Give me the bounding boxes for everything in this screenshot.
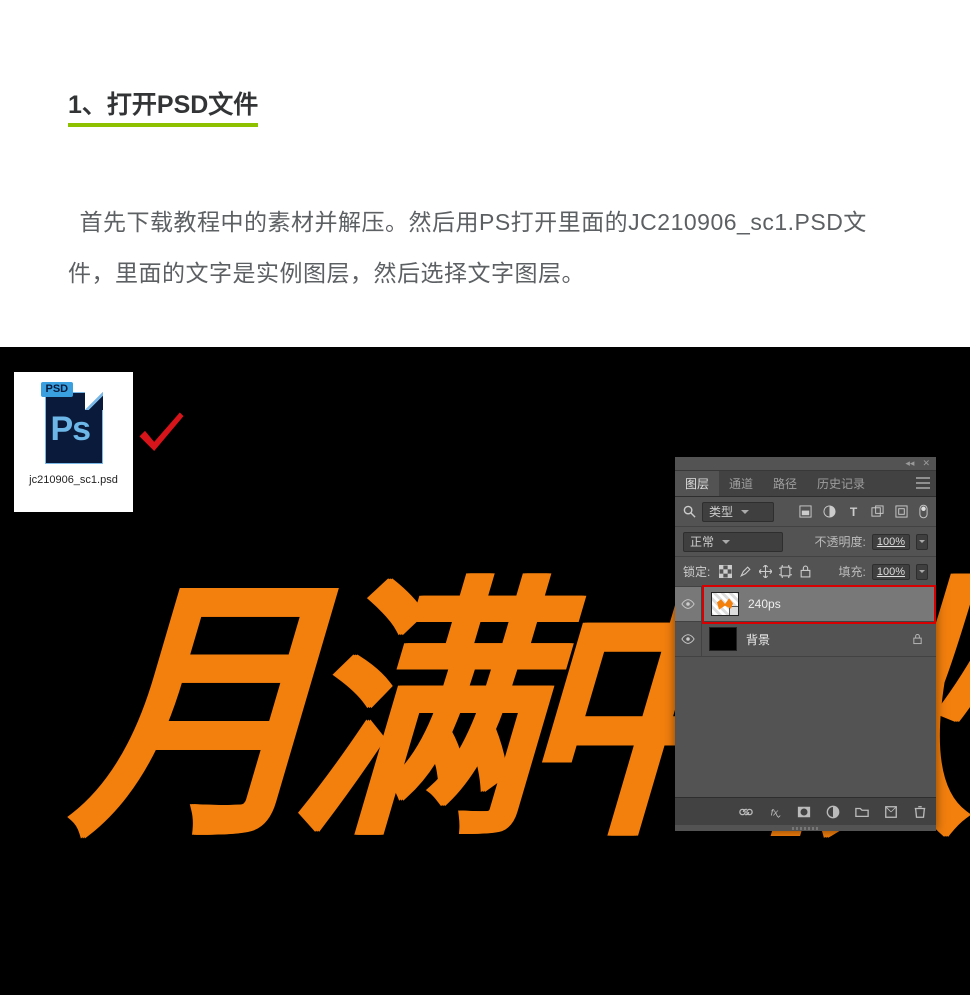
close-panel-icon[interactable]: ✕	[922, 458, 930, 469]
document-text-area: 1、打开PSD文件 首先下载教程中的素材并解压。然后用PS打开里面的JC2109…	[0, 0, 970, 358]
blend-mode-dropdown[interactable]: 正常	[683, 532, 783, 552]
lock-row: 锁定: 填充: 100%	[675, 557, 936, 587]
psd-file-icon: PSD Ps	[39, 380, 109, 470]
layer-name[interactable]: 240ps	[748, 597, 781, 611]
eye-icon	[681, 599, 695, 609]
panel-topbar: ◂◂ ✕	[675, 457, 936, 471]
filter-pixel-icon[interactable]	[799, 505, 812, 518]
panel-tabs: 图层 通道 路径 历史记录	[675, 471, 936, 497]
tab-layers[interactable]: 图层	[675, 471, 719, 496]
opacity-dropdown-icon[interactable]	[916, 534, 928, 550]
link-layers-icon[interactable]	[739, 805, 753, 819]
tab-channels[interactable]: 通道	[719, 471, 763, 496]
ps-logo-text: Ps	[51, 410, 91, 449]
lock-artboard-icon[interactable]	[779, 565, 792, 578]
delete-layer-icon[interactable]	[913, 805, 927, 819]
layer-thumbnail[interactable]	[711, 592, 739, 616]
smart-object-badge	[729, 606, 739, 616]
fill-value[interactable]: 100%	[872, 564, 910, 580]
lock-position-icon[interactable]	[759, 565, 772, 578]
panel-menu-icon[interactable]	[916, 477, 930, 489]
blend-row: 正常 不透明度: 100%	[675, 527, 936, 557]
lock-transparency-icon[interactable]	[719, 565, 732, 578]
eye-icon	[681, 634, 695, 644]
fill-label: 填充:	[839, 563, 866, 580]
layer-thumbnail[interactable]	[709, 627, 737, 651]
layer-name[interactable]: 背景	[746, 631, 770, 648]
layer-mask-icon[interactable]	[797, 805, 811, 819]
new-group-icon[interactable]	[855, 805, 869, 819]
visibility-toggle[interactable]	[675, 622, 702, 656]
filter-row: 类型 T	[675, 497, 936, 527]
filter-type-dropdown[interactable]: 类型	[702, 502, 774, 522]
psd-filename: jc210906_sc1.psd	[23, 474, 124, 487]
lock-icon	[912, 633, 923, 645]
layer-item-background[interactable]: 背景	[675, 622, 936, 657]
lock-label: 锁定:	[683, 563, 710, 580]
fill-dropdown-icon[interactable]	[916, 564, 928, 580]
filter-smart-icon[interactable]	[895, 505, 908, 518]
svg-text:T: T	[850, 505, 858, 518]
opacity-value[interactable]: 100%	[872, 534, 910, 550]
checkmark-icon	[134, 407, 189, 462]
search-icon[interactable]	[683, 505, 696, 518]
tab-history[interactable]: 历史记录	[807, 471, 875, 496]
step-body-text: 首先下载教程中的素材并解压。然后用PS打开里面的JC210906_sc1.PSD…	[68, 197, 902, 298]
lock-all-icon[interactable]	[799, 565, 812, 578]
filter-text-icon[interactable]: T	[847, 505, 860, 518]
tab-paths[interactable]: 路径	[763, 471, 807, 496]
layer-style-icon[interactable]: fx	[768, 805, 782, 819]
layer-item-240ps[interactable]: 240ps	[675, 587, 936, 622]
new-layer-icon[interactable]	[884, 805, 898, 819]
step-heading: 1、打开PSD文件	[68, 85, 258, 127]
adjustment-layer-icon[interactable]	[826, 805, 840, 819]
panel-footer: fx	[675, 797, 936, 825]
filter-toggle-icon[interactable]	[919, 504, 928, 519]
photoshop-canvas: PSD Ps jc210906_sc1.psd 月满中秋 ◂◂ ✕ 图层 通道 …	[0, 347, 970, 995]
visibility-toggle[interactable]	[675, 587, 702, 621]
layers-panel: ◂◂ ✕ 图层 通道 路径 历史记录 类型 T 正常 不透	[675, 457, 936, 831]
psd-badge: PSD	[41, 382, 74, 397]
filter-shape-icon[interactable]	[871, 505, 884, 518]
filter-adjustment-icon[interactable]	[823, 505, 836, 518]
lock-brush-icon[interactable]	[739, 565, 752, 578]
layers-list: 240ps 背景	[675, 587, 936, 797]
collapse-icon[interactable]: ◂◂	[905, 458, 914, 469]
opacity-label: 不透明度:	[815, 533, 866, 550]
panel-resize-grip[interactable]	[675, 825, 936, 831]
